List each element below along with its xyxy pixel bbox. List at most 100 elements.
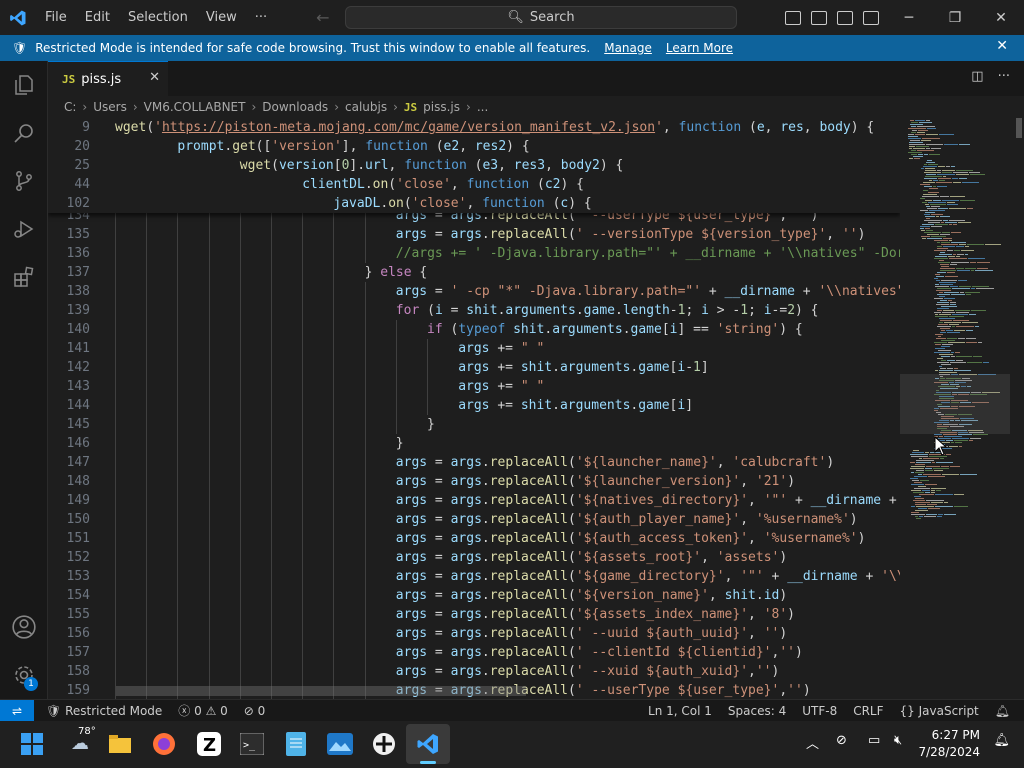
accounts-icon[interactable]: [0, 603, 48, 651]
code-line[interactable]: 102 javaDL.on('close', function (c) {: [48, 194, 900, 213]
notifications-bell-icon[interactable]: 🔔︎: [987, 704, 1018, 718]
indent-guide: [271, 415, 272, 434]
code-line[interactable]: 44 clientDL.on('close', function (c2) {: [48, 175, 900, 194]
indent-guide: [146, 301, 148, 320]
code-line[interactable]: 144 args += shit.arguments.game[i]: [48, 396, 900, 415]
code-line[interactable]: 150 args = args.replaceAll('${auth_player…: [48, 510, 900, 529]
code-line[interactable]: 139 for (i = shit.arguments.game.length-1…: [48, 301, 900, 320]
vertical-scrollbar[interactable]: [1014, 118, 1024, 699]
code-line[interactable]: 137} else {: [48, 263, 900, 282]
ports-status[interactable]: ⊘ 0: [236, 704, 274, 718]
code-line[interactable]: 140 if (typeof shit.arguments.game[i] == …: [48, 320, 900, 339]
explorer-icon[interactable]: [0, 61, 47, 109]
breadcrumb-folder[interactable]: calubjs: [345, 100, 387, 114]
firefox-icon[interactable]: [142, 724, 186, 764]
menu-more[interactable]: ···: [246, 0, 276, 35]
code-line[interactable]: 141 args += " ": [48, 339, 900, 358]
code-line[interactable]: 147 args = args.replaceAll('${launcher_na…: [48, 453, 900, 472]
customize-layout-icon[interactable]: [863, 10, 879, 25]
code-line[interactable]: 146}: [48, 434, 900, 453]
code-line[interactable]: 25 wget(version[0].url, function (e3, res…: [48, 156, 900, 175]
code-line[interactable]: 156 args = args.replaceAll(' --uuid ${aut…: [48, 624, 900, 643]
breadcrumb-users[interactable]: Users: [93, 100, 127, 114]
volume-muted-icon[interactable]: 🔇︎: [894, 733, 902, 748]
end-of-line[interactable]: CRLF: [845, 704, 891, 718]
learn-more-link[interactable]: Learn More: [666, 41, 733, 55]
indentation[interactable]: Spaces: 4: [720, 704, 794, 718]
code-line[interactable]: 148 args = args.replaceAll('${launcher_ve…: [48, 472, 900, 491]
photos-icon[interactable]: [318, 724, 362, 764]
code-line[interactable]: 155 args = args.replaceAll('${assets_inde…: [48, 605, 900, 624]
sticky-scroll[interactable]: 9 wget('https://piston-meta.mojang.com/mc…: [48, 118, 900, 213]
breadcrumb-downloads[interactable]: Downloads: [262, 100, 328, 114]
system-clock[interactable]: 6:27 PM 7/28/2024: [918, 727, 980, 761]
split-editor-icon[interactable]: ◫: [971, 69, 983, 84]
minimap[interactable]: [900, 118, 1024, 699]
toggle-secondary-sidebar-icon[interactable]: [837, 10, 853, 25]
code-line[interactable]: 138 args = ' -cp "*" -Djava.library.path=…: [48, 282, 900, 301]
code-line[interactable]: 136 //args += ' -Djava.library.path="' + …: [48, 244, 900, 263]
run-debug-icon[interactable]: [0, 205, 47, 253]
scroll-thumb[interactable]: [1016, 118, 1022, 138]
command-center-search[interactable]: 🔍︎ Search: [345, 6, 737, 29]
remote-indicator-icon[interactable]: ⇌: [0, 699, 34, 722]
menu-edit[interactable]: Edit: [76, 0, 119, 35]
code-line[interactable]: 20 prompt.get(['version'], function (e2, …: [48, 137, 900, 156]
extensions-icon[interactable]: [0, 253, 47, 301]
cursor-position[interactable]: Ln 1, Col 1: [640, 704, 720, 718]
problems-status[interactable]: ⓧ 0 ⚠ 0: [170, 702, 236, 719]
restore-button[interactable]: ❐: [932, 0, 978, 35]
notification-bell-icon[interactable]: 🔔︎: [993, 733, 1010, 748]
z-app-icon[interactable]: Z: [187, 724, 231, 764]
breadcrumb-file[interactable]: piss.js: [423, 100, 460, 114]
breadcrumb-symbol[interactable]: ...: [477, 100, 488, 114]
display-icon[interactable]: ▭: [868, 733, 880, 748]
toggle-primary-sidebar-icon[interactable]: [785, 10, 801, 25]
encoding[interactable]: UTF-8: [794, 704, 845, 718]
menu-file[interactable]: File: [36, 0, 76, 35]
network-off-icon[interactable]: ⊘: [836, 733, 847, 748]
horizontal-scrollbar[interactable]: [116, 686, 526, 696]
tab-piss-js[interactable]: JS piss.js ✕: [48, 61, 168, 96]
close-window-button[interactable]: ✕: [978, 0, 1024, 35]
notepad-icon[interactable]: [274, 724, 318, 764]
app-icon[interactable]: [362, 724, 406, 764]
code-line[interactable]: 154 args = args.replaceAll('${version_nam…: [48, 586, 900, 605]
code-editor[interactable]: 9 wget('https://piston-meta.mojang.com/mc…: [48, 118, 900, 699]
restricted-mode-status[interactable]: 🛡 Restricted Mode: [38, 704, 170, 718]
code-line[interactable]: 145}: [48, 415, 900, 434]
vscode-taskbar-icon[interactable]: [406, 724, 450, 764]
more-actions-icon[interactable]: ···: [998, 69, 1010, 84]
source-control-icon[interactable]: [0, 157, 47, 205]
back-arrow-icon[interactable]: ←: [306, 8, 339, 27]
code-line[interactable]: 149 args = args.replaceAll('${natives_dir…: [48, 491, 900, 510]
file-explorer-icon[interactable]: [98, 724, 142, 764]
code-line[interactable]: 152 args = args.replaceAll('${assets_root…: [48, 548, 900, 567]
code-token: args: [395, 493, 428, 508]
menu-view[interactable]: View: [197, 0, 246, 35]
weather-widget[interactable]: ☁ 78°: [58, 724, 102, 764]
show-hidden-icons-chevron-icon[interactable]: ︿: [806, 733, 819, 752]
menu-selection[interactable]: Selection: [119, 0, 197, 35]
toggle-panel-icon[interactable]: [811, 10, 827, 25]
code-line[interactable]: 142 args += shit.arguments.game[i-1]: [48, 358, 900, 377]
code-line[interactable]: 153 args = args.replaceAll('${game_direct…: [48, 567, 900, 586]
start-windows-icon[interactable]: [10, 724, 54, 764]
minimap-slider[interactable]: [900, 374, 1010, 434]
search-view-icon[interactable]: [0, 109, 47, 157]
language-mode[interactable]: {} JavaScript: [892, 704, 987, 718]
close-tab-icon[interactable]: ✕: [149, 70, 160, 85]
code-line[interactable]: 157 args = args.replaceAll(' --clientId $…: [48, 643, 900, 662]
code-line[interactable]: 151 args = args.replaceAll('${auth_access…: [48, 529, 900, 548]
code-line[interactable]: 143 args += " ": [48, 377, 900, 396]
breadcrumb-user[interactable]: VM6.COLLABNET: [144, 100, 246, 114]
terminal-icon[interactable]: >_: [230, 724, 274, 764]
breadcrumb-drive[interactable]: C:: [64, 100, 76, 114]
banner-close-icon[interactable]: ✕: [996, 38, 1008, 54]
minimize-button[interactable]: ─: [886, 0, 932, 35]
code-line[interactable]: 158 args = args.replaceAll(' --xuid ${aut…: [48, 662, 900, 681]
code-line[interactable]: 9 wget('https://piston-meta.mojang.com/mc…: [48, 118, 900, 137]
code-line[interactable]: 135 args = args.replaceAll(' --versionTyp…: [48, 225, 900, 244]
manage-gear-icon[interactable]: 1: [0, 651, 48, 699]
manage-link[interactable]: Manage: [604, 41, 652, 55]
